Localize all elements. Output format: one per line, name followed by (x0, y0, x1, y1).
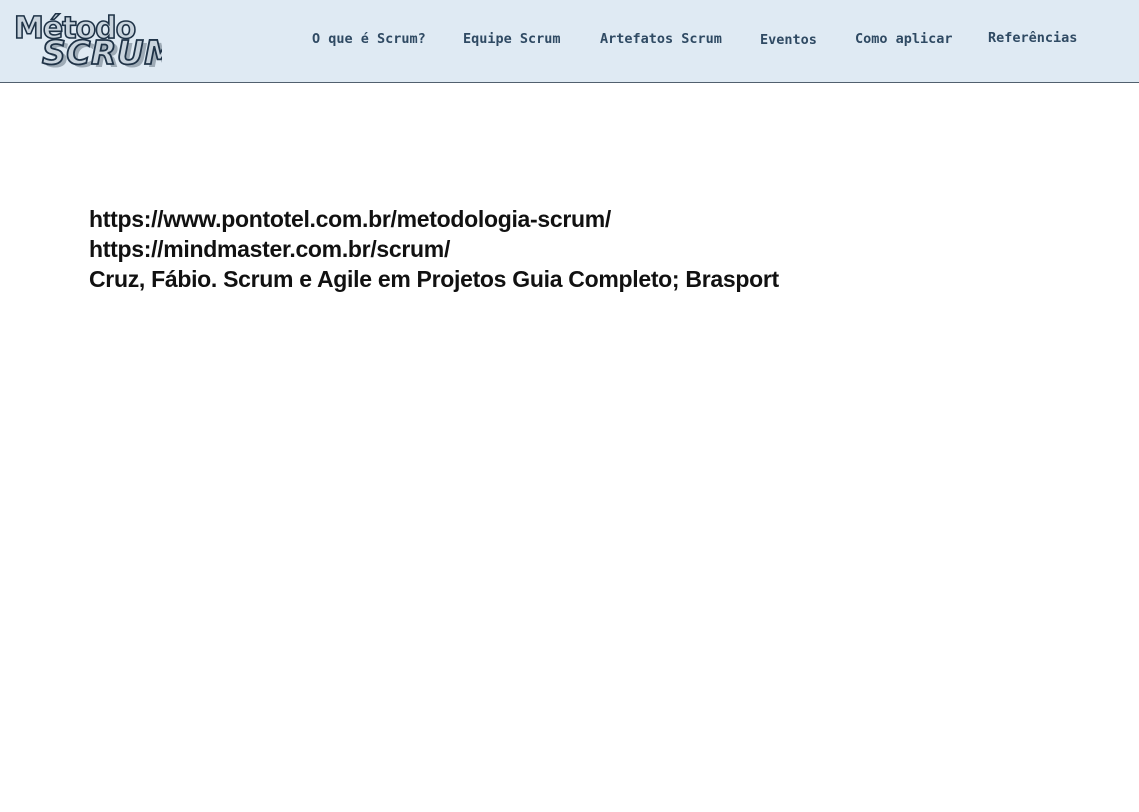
reference-item: https://mindmaster.com.br/scrum/ (89, 236, 451, 262)
nav-item-referencias[interactable]: Referências (988, 30, 1077, 46)
site-header: Método SCRUM SCRUM O que é Scrum? Equipe… (0, 0, 1139, 83)
nav-item-eventos[interactable]: Eventos (760, 32, 817, 48)
reference-item: https://www.pontotel.com.br/metodologia-… (89, 206, 612, 232)
nav-item-equipe-scrum[interactable]: Equipe Scrum (463, 31, 561, 47)
references-section: https://www.pontotel.com.br/metodologia-… (89, 204, 1089, 294)
reference-item: Cruz, Fábio. Scrum e Agile em Projetos G… (89, 266, 779, 292)
nav-item-o-que-e-scrum[interactable]: O que é Scrum? (312, 31, 426, 47)
nav-item-como-aplicar[interactable]: Como aplicar (855, 31, 953, 47)
nav-item-artefatos-scrum[interactable]: Artefatos Scrum (600, 31, 722, 47)
main-nav: O que é Scrum? Equipe Scrum Artefatos Sc… (0, 0, 1139, 82)
